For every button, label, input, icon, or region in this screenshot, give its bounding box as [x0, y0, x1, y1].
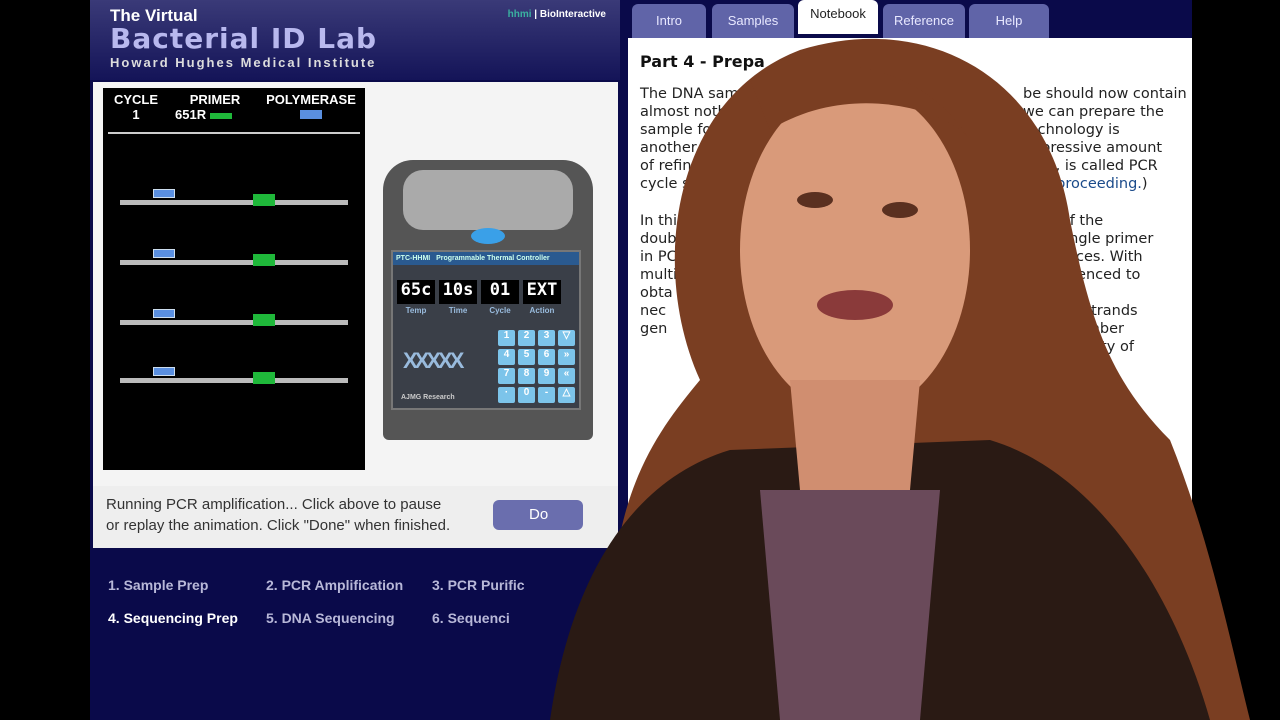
org-name: Howard Hughes Medical Institute [110, 55, 377, 70]
pcr-animation-panel[interactable]: CYCLE 1 PRIMER 651R POLYMERASE [103, 88, 365, 470]
primer-header: PRIMER 651R [175, 92, 241, 122]
temp-display: 65c [397, 280, 435, 304]
primer-icon [253, 314, 275, 326]
step-pcr-amplification[interactable]: 2. PCR Amplification [266, 577, 403, 593]
polymerase-header: POLYMERASE [261, 92, 361, 122]
hhmi-logo: hhmi | BioInteractive [507, 9, 606, 20]
status-line2: or replay the animation. Click "Done" wh… [106, 517, 451, 534]
cycle-header: CYCLE 1 [113, 92, 159, 122]
logo-hhmi: hhmi [507, 9, 532, 20]
app-title: Bacterial ID Lab [110, 22, 378, 55]
primer-icon [253, 372, 275, 384]
dna-strand [120, 260, 348, 265]
dna-strand [120, 320, 348, 325]
dna-strand [120, 200, 348, 205]
presenter-video-overlay [550, 38, 1250, 720]
logo-biointeractive: BioInteractive [539, 9, 606, 20]
step-dna-sequencing[interactable]: 5. DNA Sequencing [266, 610, 395, 626]
primer-icon [253, 254, 275, 266]
polymerase-icon [153, 367, 175, 376]
status-line1: Running PCR amplification... Click above… [106, 496, 442, 513]
cycler-brand: PTC-HHMI [396, 255, 431, 262]
temp-label: Temp [405, 306, 427, 315]
dna-strand [120, 378, 348, 383]
step-sequencing-prep[interactable]: 4. Sequencing Prep [108, 610, 238, 626]
divider [108, 132, 360, 134]
polymerase-icon [153, 249, 175, 258]
primer-icon [253, 194, 275, 206]
dna-helix-icon: XXXXX [403, 348, 464, 373]
polymerase-icon [153, 189, 175, 198]
polymerase-icon [153, 309, 175, 318]
cycler-maker: AJMG Research [401, 394, 455, 401]
step-sample-prep[interactable]: 1. Sample Prep [108, 577, 208, 593]
